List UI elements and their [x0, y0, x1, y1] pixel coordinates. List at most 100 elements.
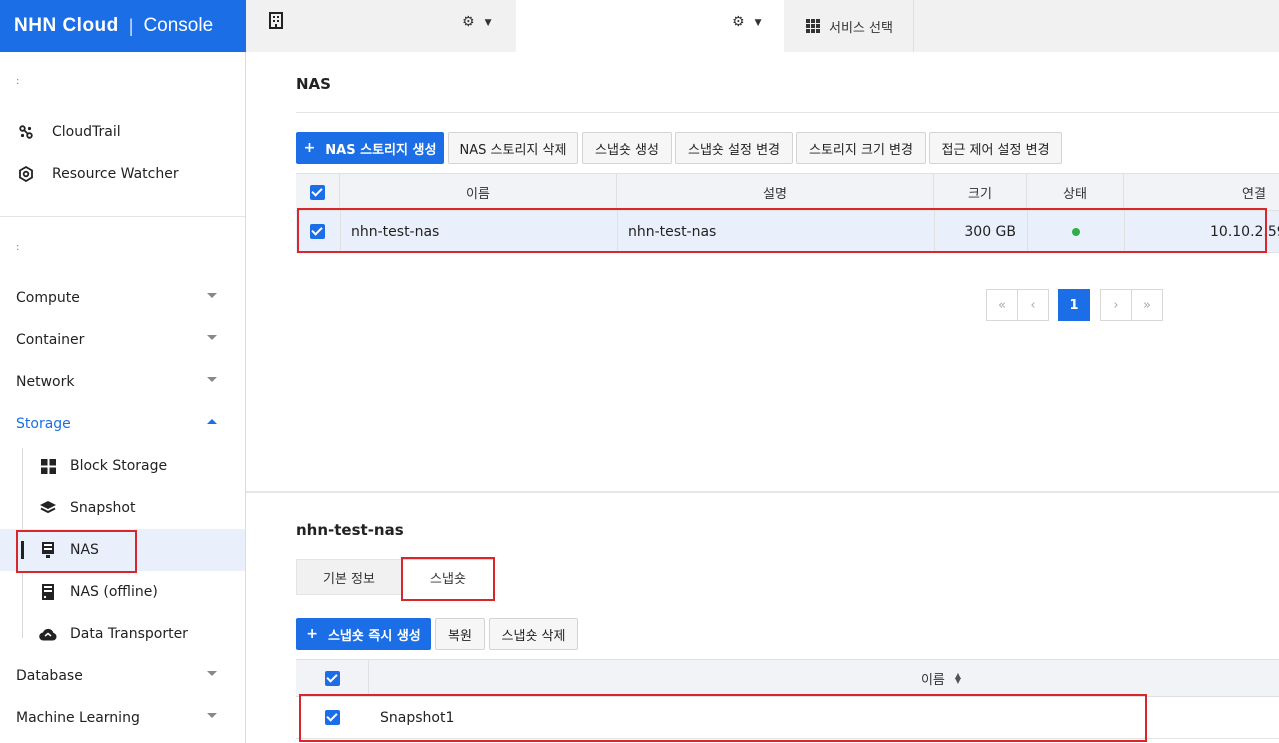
detail-title: nhn-test-nas: [296, 521, 404, 539]
sidebar-item-label: Resource Watcher: [52, 166, 179, 182]
plus-icon: +: [306, 626, 318, 642]
nas-icon: [39, 542, 57, 558]
sidebar-category-container[interactable]: Container: [0, 319, 245, 361]
row-checkbox[interactable]: [310, 224, 325, 239]
cloudtrail-icon: [16, 125, 36, 139]
nas-name-cell: nhn-test-nas: [351, 223, 440, 240]
brand-name: NHN Cloud: [14, 15, 119, 36]
panel-splitter[interactable]: [246, 491, 1279, 493]
chevron-down-icon: [207, 293, 217, 298]
tab-basic-info[interactable]: 기본 정보: [296, 559, 402, 595]
tab-snapshot[interactable]: 스냅숏: [402, 559, 494, 595]
column-header-connection[interactable]: 연결: [1124, 174, 1279, 210]
sidebar-item-snapshot[interactable]: Snapshot: [0, 487, 245, 529]
row-checkbox-cell[interactable]: [310, 211, 325, 252]
console-label: Console: [143, 15, 214, 36]
nas-table-header: 이름 설명 크기 상태 연결: [296, 173, 1279, 211]
nas-description-cell: nhn-test-nas: [628, 223, 717, 240]
button-label: NAS 스토리지 생성: [325, 142, 437, 158]
select-all-checkbox[interactable]: [310, 184, 325, 200]
column-header-status[interactable]: 상태: [1027, 174, 1124, 210]
sidebar-category-compute[interactable]: Compute: [0, 277, 245, 319]
select-all-cell[interactable]: [296, 660, 369, 696]
top-bar: NHN Cloud | Console ⚙ ▼ ⚙ ▼ 서비스 선택: [0, 0, 1279, 52]
sidebar: : CloudTrail Resource Watcher : Compute …: [0, 52, 246, 743]
cell-divider: [1124, 211, 1125, 252]
sidebar-category-label: Database: [16, 668, 83, 684]
sidebar-item-label: Data Transporter: [70, 626, 188, 642]
sort-icon[interactable]: ▲ ▼: [955, 672, 961, 685]
nas-size-cell: 300 GB: [964, 223, 1016, 240]
apps-grid-icon: [806, 19, 820, 33]
service-select-button[interactable]: 서비스 선택: [784, 0, 914, 52]
select-all-checkbox[interactable]: [324, 670, 340, 686]
sidebar-item-block-storage[interactable]: Block Storage: [0, 445, 245, 487]
console-logo[interactable]: NHN Cloud | Console: [0, 0, 246, 52]
column-header-description[interactable]: 설명: [617, 174, 934, 210]
create-snapshot-button[interactable]: 스냅숏 생성: [582, 132, 672, 164]
sidebar-item-cloudtrail[interactable]: CloudTrail: [0, 111, 245, 153]
status-active-icon: [1071, 227, 1080, 236]
cell-divider: [340, 211, 341, 252]
snapshot-table-header: 이름 ▲ ▼: [296, 659, 1279, 697]
create-nas-storage-button[interactable]: + NAS 스토리지 생성: [296, 132, 444, 164]
sidebar-item-label: NAS: [70, 542, 99, 558]
sidebar-item-nas-offline[interactable]: NAS (offline): [0, 571, 245, 613]
plus-icon: +: [303, 140, 316, 156]
chevron-down-icon: [207, 671, 217, 676]
sidebar-item-nas[interactable]: NAS: [0, 529, 245, 571]
cloud-transfer-icon: [39, 628, 57, 641]
sidebar-category-label: Machine Learning: [16, 710, 140, 726]
resource-watcher-icon: [16, 166, 36, 182]
pagination-next-button[interactable]: ›: [1100, 289, 1132, 321]
sidebar-category-database[interactable]: Database: [0, 655, 245, 697]
column-header-name[interactable]: 이름 ▲ ▼: [369, 660, 1279, 696]
nas-connection-cell: 10.10.2.59:/: [1210, 223, 1279, 240]
sidebar-category-storage[interactable]: Storage: [0, 403, 245, 445]
create-snapshot-now-button[interactable]: + 스냅숏 즉시 생성: [296, 618, 431, 650]
chevron-down-icon: [207, 377, 217, 382]
sidebar-item-label: CloudTrail: [52, 124, 121, 140]
chevron-down-icon: ▼: [754, 18, 762, 28]
pagination-page-button[interactable]: 1: [1058, 289, 1090, 321]
org-settings-gear-icon[interactable]: ⚙ ▼: [462, 14, 491, 30]
service-select-label: 서비스 선택: [829, 20, 893, 36]
button-label: 스냅숏 즉시 생성: [327, 628, 421, 644]
cell-divider: [617, 211, 618, 252]
page-title: NAS: [296, 75, 331, 93]
restore-button[interactable]: 복원: [435, 618, 485, 650]
delete-snapshot-button[interactable]: 스냅숏 삭제: [489, 618, 578, 650]
pagination-prev-button[interactable]: ‹: [1017, 289, 1049, 321]
sidebar-category-label: Network: [16, 374, 75, 390]
snapshot-settings-button[interactable]: 스냅숏 설정 변경: [675, 132, 793, 164]
nas-status-cell: [1027, 211, 1124, 252]
access-control-button[interactable]: 접근 제어 설정 변경: [929, 132, 1062, 164]
nas-offline-icon: [39, 584, 57, 600]
sidebar-category-label: Container: [16, 332, 85, 348]
chevron-down-icon: ▼: [484, 18, 492, 28]
sidebar-item-label: Snapshot: [70, 500, 136, 516]
column-header-name[interactable]: 이름: [340, 174, 617, 210]
row-checkbox-cell[interactable]: [325, 697, 340, 738]
chevron-down-icon: [207, 335, 217, 340]
block-storage-icon: [39, 458, 57, 474]
pagination-first-button[interactable]: «: [986, 289, 1018, 321]
building-icon[interactable]: [269, 12, 283, 34]
pagination-last-button[interactable]: »: [1131, 289, 1163, 321]
column-header-label: 이름: [920, 672, 945, 688]
select-all-cell[interactable]: [296, 174, 340, 210]
sidebar-category-machine-learning[interactable]: Machine Learning: [0, 697, 245, 739]
sidebar-item-data-transporter[interactable]: Data Transporter: [0, 613, 245, 655]
column-header-size[interactable]: 크기: [934, 174, 1027, 210]
resize-storage-button[interactable]: 스토리지 크기 변경: [796, 132, 926, 164]
sidebar-section-dots: :: [16, 76, 20, 87]
snapshot-name-cell: Snapshot1: [380, 709, 455, 726]
sidebar-category-network[interactable]: Network: [0, 361, 245, 403]
project-settings-gear-icon[interactable]: ⚙ ▼: [732, 14, 761, 30]
row-checkbox[interactable]: [325, 710, 340, 725]
delete-nas-storage-button[interactable]: NAS 스토리지 삭제: [448, 132, 578, 164]
chevron-down-icon: [207, 713, 217, 718]
table-row[interactable]: Snapshot1: [296, 697, 1279, 739]
table-row[interactable]: nhn-test-nas nhn-test-nas 300 GB 10.10.2…: [296, 211, 1279, 253]
sidebar-item-resource-watcher[interactable]: Resource Watcher: [0, 153, 245, 195]
